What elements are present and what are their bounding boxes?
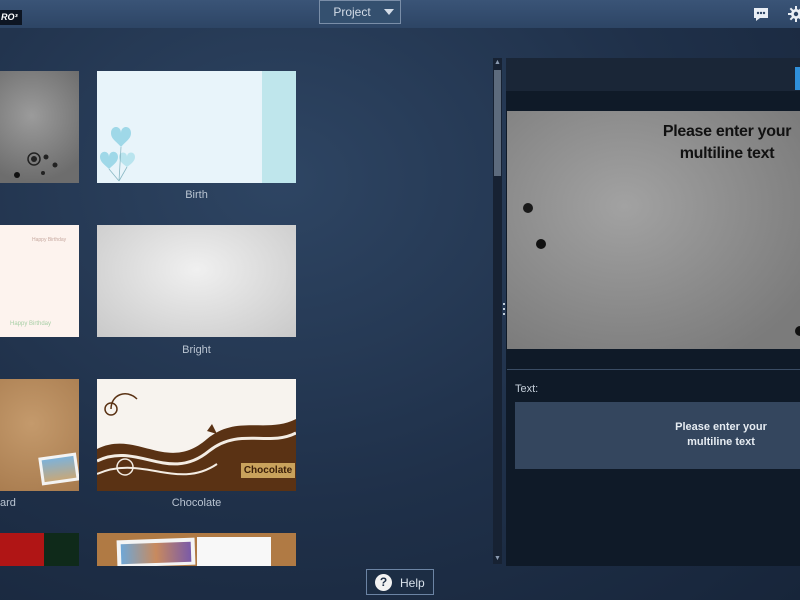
red-thumb-dark-area	[44, 533, 79, 566]
template-thumb-birthday[interactable]: Happy Birthday Happy Birthday	[0, 225, 79, 337]
help-button[interactable]: ? Help	[366, 569, 434, 595]
template-thumb-red[interactable]	[0, 533, 79, 566]
heart-balloons-icon	[100, 127, 135, 182]
birthday-top-text: Happy Birthday	[32, 237, 67, 243]
birth-stripe	[262, 71, 296, 183]
grunge-pattern	[14, 152, 58, 178]
scroll-down-icon[interactable]: ▼	[493, 554, 502, 564]
project-dropdown-value: Project	[333, 5, 371, 19]
chevron-down-icon	[384, 9, 394, 15]
scroll-up-icon[interactable]: ▲	[493, 58, 502, 68]
template-thumb-birth[interactable]	[97, 71, 296, 183]
chat-icon[interactable]	[753, 7, 769, 22]
template-thumb-chocolate[interactable]: Chocolate	[97, 379, 296, 491]
gear-icon[interactable]	[788, 6, 800, 22]
template-label-bright: Bright	[182, 344, 211, 356]
template-label-birth: Birth	[185, 189, 208, 201]
template-thumb-bright[interactable]	[97, 225, 296, 337]
template-thumb-photos[interactable]	[97, 533, 296, 566]
template-label-chocolate: Chocolate	[171, 497, 222, 509]
scrollbar-thumb[interactable]	[494, 70, 501, 176]
photos-paper	[197, 537, 271, 566]
birthday-bottom-text: Happy Birthday	[10, 321, 52, 327]
template-thumb-cork[interactable]	[0, 379, 79, 491]
accent-tab[interactable]	[795, 67, 800, 90]
panel-divider	[507, 369, 800, 370]
template-preview: Please enter your multiline text	[507, 111, 800, 349]
text-input-value: Please enter your multiline text	[675, 421, 767, 448]
photos-card	[116, 537, 196, 566]
text-input-box[interactable]: Please enter your multiline text	[515, 402, 800, 469]
template-label-cork: ard	[0, 497, 16, 509]
preview-text[interactable]: Please enter your multiline text	[647, 121, 800, 165]
app-logo: RO³	[0, 10, 22, 25]
chocolate-badge: Chocolate	[241, 463, 295, 478]
properties-header	[506, 58, 800, 91]
template-thumb-grunge[interactable]	[0, 71, 79, 183]
cork-photo	[38, 452, 79, 486]
text-field-label: Text:	[515, 383, 539, 395]
question-icon: ?	[375, 574, 392, 591]
project-dropdown[interactable]: Project	[319, 0, 401, 24]
help-label: Help	[400, 576, 425, 590]
